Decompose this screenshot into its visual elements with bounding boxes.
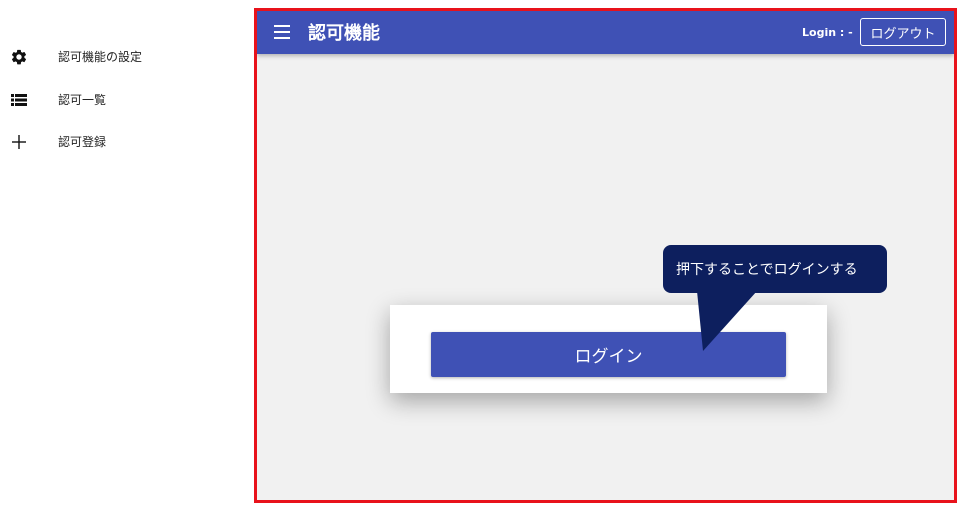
gear-icon [10,48,28,66]
login-card: ログイン [390,305,827,393]
app-bar: 認可機能 Login : - ログアウト [257,11,954,54]
page-title: 認可機能 [308,23,380,44]
sidebar-item-auth-settings[interactable]: 認可機能の設定 [0,41,230,71]
sidebar: 認可機能の設定 認可一覧 認可登録 [0,0,250,514]
sidebar-item-auth-list[interactable]: 認可一覧 [0,84,230,114]
login-status: Login : - [802,26,853,39]
app-window: 認可機能 Login : - ログアウト ログイン 押下することでログインする [254,8,957,503]
logout-button[interactable]: ログアウト [860,18,946,46]
sidebar-item-label: 認可一覧 [58,92,107,107]
callout-text: 押下することでログインする [676,262,858,278]
callout: 押下することでログインする [663,245,887,293]
login-button[interactable]: ログイン [431,332,786,377]
plus-icon [10,133,28,151]
list-icon [10,91,28,109]
sidebar-item-label: 認可機能の設定 [58,49,143,64]
page: 認可機能の設定 認可一覧 認可登録 認可機能 Login: - ログアウト ロ… [0,0,964,514]
menu-icon[interactable] [274,25,290,39]
sidebar-item-label: 認可登録 [58,134,107,149]
sidebar-item-auth-register[interactable]: 認可登録 [0,126,230,156]
